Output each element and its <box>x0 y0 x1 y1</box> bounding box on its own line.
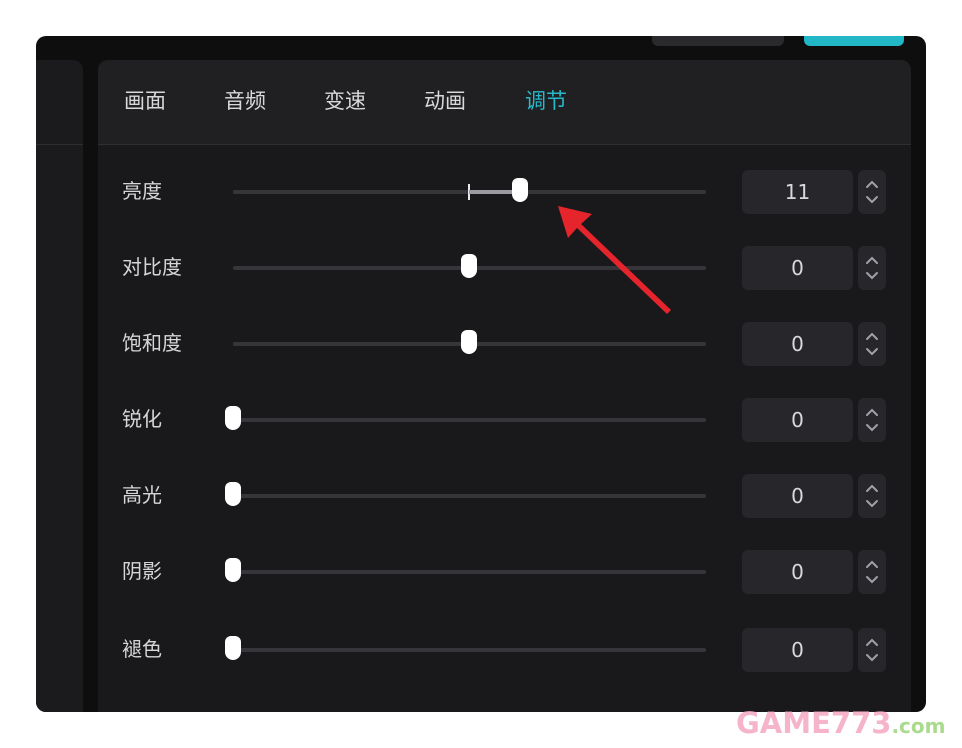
slider-knob[interactable] <box>225 636 241 660</box>
tab-bar: 画面 音频 变速 动画 调节 <box>98 60 911 145</box>
fade-label: 褪色 <box>122 637 162 661</box>
stepper-chevrons-icon <box>866 408 878 432</box>
tab-picture[interactable]: 画面 <box>124 84 166 118</box>
properties-panel: 画面 音频 变速 动画 调节 亮度 11 对比度 0 饱和度 0 锐化 0 高光… <box>98 60 911 712</box>
saturation-value-input[interactable]: 0 <box>742 322 853 366</box>
shadow-value-input[interactable]: 0 <box>742 550 853 594</box>
slider-knob[interactable] <box>225 406 241 430</box>
tab-speed[interactable]: 变速 <box>324 84 366 118</box>
adjust-row-shadow: 阴影 0 <box>98 550 911 594</box>
toolbar-control[interactable] <box>652 36 784 46</box>
stepper-chevrons-icon <box>866 560 878 584</box>
watermark-suffix: .com <box>891 714 946 738</box>
slider-knob[interactable] <box>461 330 477 354</box>
slider-knob[interactable] <box>225 482 241 506</box>
tab-adjust[interactable]: 调节 <box>525 84 567 118</box>
slider-knob[interactable] <box>512 178 528 202</box>
watermark-main: GAME773 <box>736 706 892 740</box>
export-button[interactable] <box>804 36 904 46</box>
adjust-row-saturation: 饱和度 0 <box>98 322 911 366</box>
tab-audio[interactable]: 音频 <box>224 84 266 118</box>
saturation-slider[interactable] <box>233 330 706 354</box>
brightness-slider[interactable] <box>233 178 706 202</box>
highlight-value-input[interactable]: 0 <box>742 474 853 518</box>
adjust-row-contrast: 对比度 0 <box>98 246 911 290</box>
sharpen-slider[interactable] <box>225 406 706 430</box>
slider-knob[interactable] <box>461 254 477 278</box>
stepper-chevrons-icon <box>866 638 878 662</box>
stepper-chevrons-icon <box>866 180 878 204</box>
watermark: GAME773.com <box>736 706 946 740</box>
stepper-chevrons-icon <box>866 484 878 508</box>
divider <box>36 144 83 145</box>
shadow-slider[interactable] <box>225 558 706 582</box>
brightness-label: 亮度 <box>122 179 162 203</box>
brightness-value-input[interactable]: 11 <box>742 170 853 214</box>
editor-window: 画面 音频 变速 动画 调节 亮度 11 对比度 0 饱和度 0 锐化 0 高光… <box>36 36 926 712</box>
slider-knob[interactable] <box>225 558 241 582</box>
highlight-slider[interactable] <box>225 482 706 506</box>
shadow-label: 阴影 <box>122 559 162 583</box>
shadow-stepper[interactable] <box>858 550 886 594</box>
sharpen-stepper[interactable] <box>858 398 886 442</box>
saturation-stepper[interactable] <box>858 322 886 366</box>
sharpen-value-input[interactable]: 0 <box>742 398 853 442</box>
highlight-label: 高光 <box>122 483 162 507</box>
sharpen-label: 锐化 <box>122 407 162 431</box>
saturation-label: 饱和度 <box>122 331 182 355</box>
fade-slider[interactable] <box>225 636 706 660</box>
highlight-stepper[interactable] <box>858 474 886 518</box>
contrast-label: 对比度 <box>122 255 182 279</box>
adjust-row-brightness: 亮度 11 <box>98 170 911 214</box>
adjust-row-fade: 褪色 0 <box>98 628 911 672</box>
fade-stepper[interactable] <box>858 628 886 672</box>
tab-animation[interactable]: 动画 <box>424 84 466 118</box>
brightness-stepper[interactable] <box>858 170 886 214</box>
adjust-row-highlight: 高光 0 <box>98 474 911 518</box>
adjust-row-sharpen: 锐化 0 <box>98 398 911 442</box>
left-panel <box>36 60 83 712</box>
contrast-slider[interactable] <box>233 254 706 278</box>
contrast-value-input[interactable]: 0 <box>742 246 853 290</box>
fade-value-input[interactable]: 0 <box>742 628 853 672</box>
stepper-chevrons-icon <box>866 256 878 280</box>
stepper-chevrons-icon <box>866 332 878 356</box>
contrast-stepper[interactable] <box>858 246 886 290</box>
